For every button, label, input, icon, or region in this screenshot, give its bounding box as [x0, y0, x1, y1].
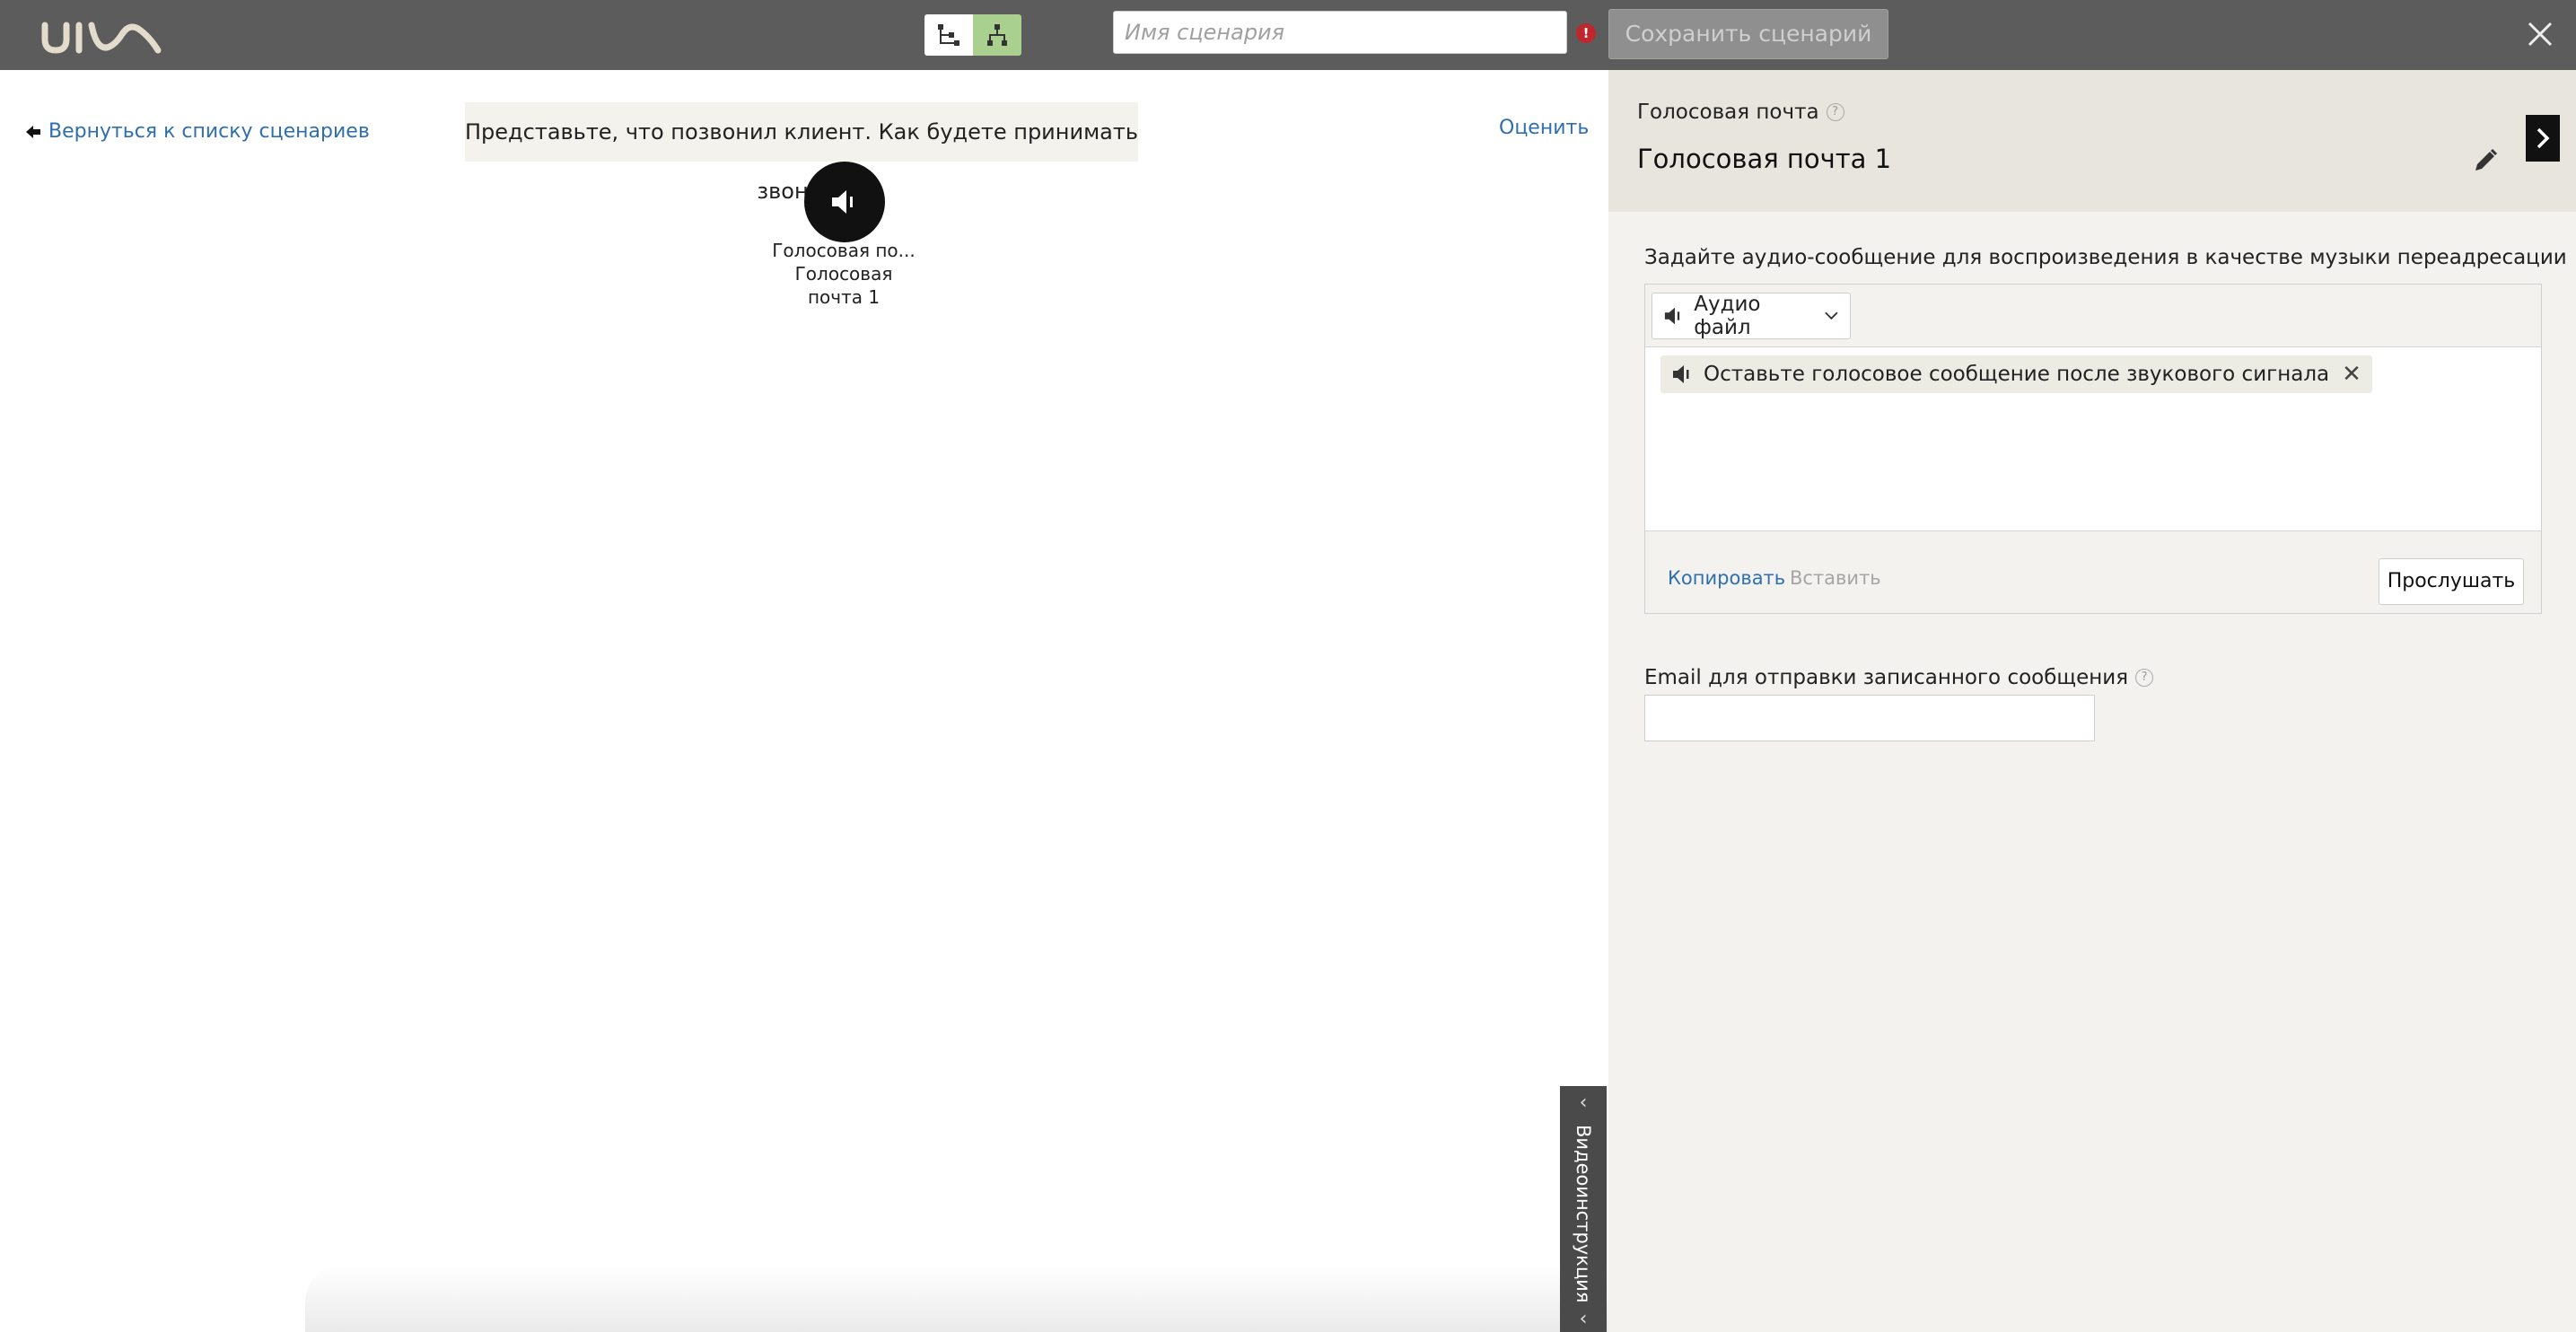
- save-scenario-button[interactable]: Сохранить сценарий: [1608, 9, 1888, 59]
- audio-item-chip[interactable]: Оставьте голосовое сообщение после звуко…: [1660, 355, 2372, 393]
- paste-link[interactable]: Вставить: [1790, 567, 1881, 589]
- chevron-left-icon: ‹: [1579, 1308, 1588, 1330]
- help-icon[interactable]: ?: [1826, 103, 1844, 121]
- back-link-label: Вернуться к списку сценариев: [48, 120, 370, 143]
- flow-view-icon: [987, 24, 1007, 46]
- back-to-scenarios-link[interactable]: Вернуться к списку сценариев: [25, 120, 370, 143]
- listen-button[interactable]: Прослушать: [2379, 558, 2524, 605]
- tree-view-button[interactable]: [924, 14, 973, 56]
- scenario-name-input[interactable]: [1113, 11, 1567, 54]
- video-instruction-tab[interactable]: ‹ Видеоинструкция ‹: [1560, 1086, 1607, 1332]
- email-label-text: Email для отправки записанного сообщения: [1644, 666, 2129, 689]
- panel-header: [1608, 70, 2576, 212]
- speaker-icon: [1673, 365, 1689, 383]
- audio-type-dropdown[interactable]: Аудио файл: [1652, 293, 1851, 339]
- video-instruction-label: Видеоинструкция: [1573, 1125, 1594, 1303]
- email-field-label: Email для отправки записанного сообщения…: [1644, 666, 2154, 689]
- logo: [41, 22, 162, 54]
- node-name-line1: Голосовая: [794, 263, 893, 285]
- canvas-prompt: Представьте, что позвонил клиент. Как бу…: [465, 102, 1138, 204]
- panel-title: Голосовая почта 1: [1637, 144, 1892, 174]
- remove-icon[interactable]: ✕: [2342, 361, 2361, 388]
- warning-icon: !: [1576, 23, 1596, 43]
- chevron-down-icon: [1825, 311, 1838, 320]
- audio-message-heading: Задайте аудио-сообщение для воспроизведе…: [1644, 246, 2567, 269]
- audio-type-label: Аудио файл: [1694, 293, 1761, 339]
- rate-link[interactable]: Оценить: [1499, 117, 1589, 139]
- chevron-left-icon: ‹: [1579, 1091, 1588, 1114]
- node-type-label: Голосовая по...: [772, 240, 916, 261]
- close-icon[interactable]: [2524, 18, 2556, 50]
- view-mode-toggle: [924, 14, 1021, 56]
- collapse-panel-button[interactable]: [2526, 115, 2560, 162]
- speaker-icon: [832, 190, 853, 214]
- flow-view-button[interactable]: [973, 14, 1021, 56]
- chevron-right-icon: [2537, 127, 2550, 149]
- email-field[interactable]: [1644, 695, 2095, 741]
- node-name-line2: почта 1: [807, 286, 881, 308]
- copy-link[interactable]: Копировать: [1668, 567, 1785, 589]
- pencil-icon[interactable]: [2472, 147, 2499, 174]
- speaker-icon: [1664, 307, 1680, 325]
- tree-view-icon: [938, 24, 959, 46]
- arrow-left-icon: [26, 125, 40, 138]
- panel-type-label: Голосовая почта: [1637, 101, 1819, 124]
- node-label: Голосовая по... Голосовая почта 1: [754, 239, 933, 309]
- audio-item-label: Оставьте голосовое сообщение после звуко…: [1704, 363, 2330, 386]
- panel-node-type: Голосовая почта ?: [1637, 101, 1844, 124]
- help-icon[interactable]: ?: [2135, 669, 2154, 687]
- voicemail-node[interactable]: [804, 162, 885, 242]
